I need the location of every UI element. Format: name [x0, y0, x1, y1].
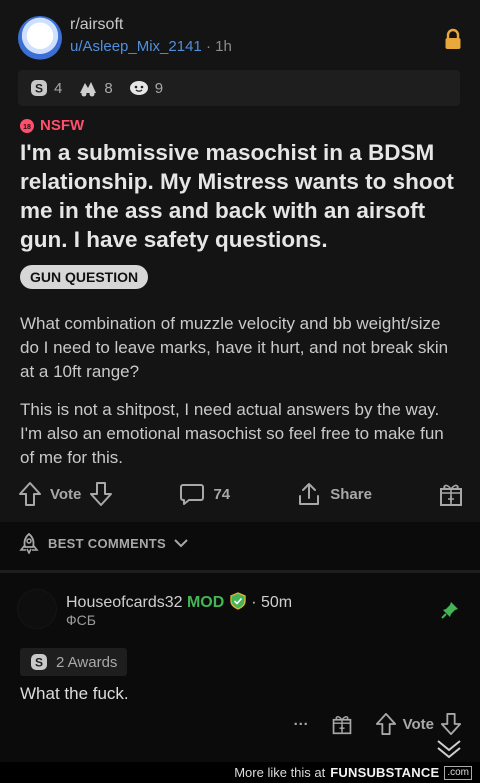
- post-body-paragraph: What combination of muzzle velocity and …: [20, 314, 449, 381]
- award-count: 9: [154, 79, 164, 97]
- silver-award-icon: S: [30, 79, 48, 97]
- post-header: r/airsoft u/Asleep_Mix_2141 · 1h: [18, 14, 462, 62]
- comment-author-line: Houseofcards32 MOD · 50m: [66, 592, 292, 612]
- comments-button[interactable]: 74: [179, 481, 230, 507]
- comment-author[interactable]: Houseofcards32: [66, 594, 183, 611]
- post-actions: Vote 74 Share: [18, 478, 464, 510]
- post-awards[interactable]: S 4 8 9: [18, 70, 460, 106]
- gift-icon[interactable]: [331, 713, 353, 735]
- post-body-paragraph: This is not a shitpost, I need actual an…: [20, 400, 444, 467]
- post-title: I'm a submissive masochist in a BDSM rel…: [20, 140, 454, 252]
- lock-icon: [444, 28, 462, 50]
- more-options-button[interactable]: ···: [294, 716, 309, 733]
- upvote-icon[interactable]: [18, 481, 42, 507]
- avatar[interactable]: [18, 590, 56, 628]
- award-item: 9: [129, 79, 163, 97]
- svg-text:S: S: [35, 656, 43, 670]
- footer-brand: FUNSUBSTANCE: [330, 765, 440, 780]
- awards-label: 2 Awards: [56, 653, 118, 671]
- subreddit-name[interactable]: r/airsoft: [70, 16, 123, 34]
- watermark-footer: More like this at FUNSUBSTANCE .com: [0, 762, 480, 783]
- post-card: r/airsoft u/Asleep_Mix_2141 · 1h S 4 8 9…: [0, 0, 480, 522]
- comment-awards[interactable]: S 2 Awards: [20, 648, 128, 676]
- user-flair: ФСБ: [66, 612, 96, 628]
- give-award-button[interactable]: [438, 481, 464, 507]
- comment-vote-control: Vote: [375, 712, 462, 736]
- nsfw-tag: 18 NSFW: [20, 117, 84, 134]
- vote-label: Vote: [50, 485, 82, 503]
- share-icon: [296, 481, 322, 507]
- comment-actions: ··· Vote: [294, 712, 462, 736]
- award-item: 8: [78, 79, 113, 97]
- meta-separator: ·: [205, 38, 216, 55]
- award-count: 8: [104, 79, 113, 97]
- chevron-down-icon: [174, 538, 188, 548]
- helpful-award-icon: [78, 79, 98, 97]
- pin-icon: [440, 600, 460, 620]
- sort-label: BEST COMMENTS: [48, 535, 167, 551]
- silver-award-icon: S: [30, 653, 48, 671]
- post-meta: u/Asleep_Mix_2141 · 1h: [70, 38, 232, 55]
- comment-count: 74: [213, 485, 231, 503]
- shield-icon: [229, 592, 247, 610]
- nsfw-label: NSFW: [40, 117, 85, 134]
- svg-text:18: 18: [23, 124, 31, 131]
- divider: [0, 570, 480, 573]
- post-author[interactable]: u/Asleep_Mix_2141: [70, 38, 202, 55]
- nsfw-icon: 18: [20, 118, 34, 133]
- comment-icon: [179, 481, 205, 507]
- vote-control: Vote: [18, 481, 113, 507]
- gift-icon: [438, 481, 464, 507]
- footer-domain: .com: [444, 765, 472, 780]
- upvote-icon[interactable]: [375, 712, 397, 736]
- award-count: 4: [54, 79, 63, 97]
- post-flair[interactable]: GUN QUESTION: [20, 265, 149, 289]
- wholesome-award-icon: [129, 79, 149, 97]
- share-button[interactable]: Share: [296, 481, 372, 507]
- svg-text:S: S: [35, 82, 43, 96]
- footer-text: More like this at: [234, 765, 326, 780]
- mod-badge: MOD: [186, 594, 225, 611]
- downvote-icon[interactable]: [440, 712, 462, 736]
- comment-time: 50m: [260, 594, 293, 611]
- vote-label: Vote: [402, 715, 434, 733]
- collapse-chevron-icon[interactable]: [436, 738, 462, 760]
- share-label: Share: [330, 485, 372, 503]
- subreddit-avatar[interactable]: [18, 16, 62, 60]
- award-item: S 4: [30, 79, 62, 97]
- meta-separator: ·: [251, 594, 261, 611]
- comment-sort-button[interactable]: BEST COMMENTS: [18, 532, 188, 554]
- comment-text: What the fuck.: [20, 684, 129, 703]
- post-time: 1h: [215, 38, 232, 55]
- downvote-icon[interactable]: [89, 481, 113, 507]
- rocket-icon: [18, 532, 40, 554]
